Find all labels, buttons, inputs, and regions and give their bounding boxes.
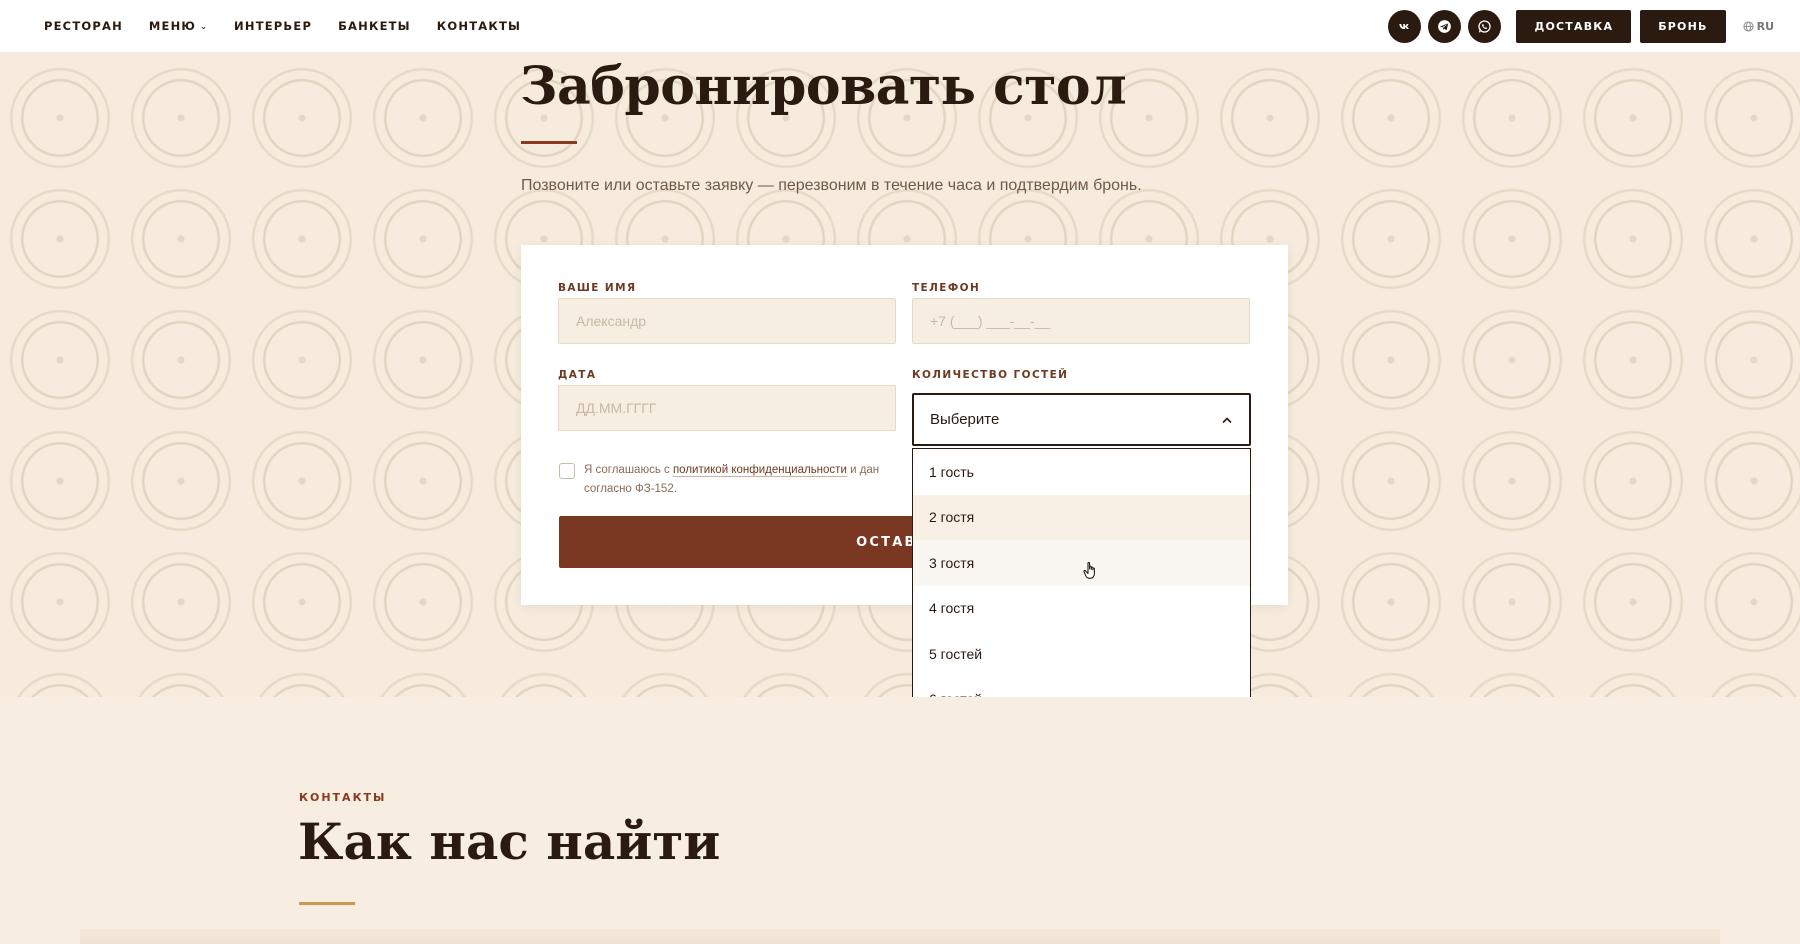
name-label: ВАШЕ ИМЯ: [558, 282, 637, 294]
consent-prefix: Я соглашаюсь с: [584, 464, 673, 476]
guests-option[interactable]: 2 гостя: [913, 494, 1250, 540]
guests-option[interactable]: 6 гостей: [913, 677, 1250, 697]
nav-contacts-label: КОНТАКТЫ: [436, 19, 522, 33]
language-label: RU: [1756, 19, 1774, 33]
guests-option[interactable]: 4 гостя: [913, 586, 1250, 632]
whatsapp-icon[interactable]: [1468, 9, 1502, 43]
name-field[interactable]: Александр: [558, 298, 896, 344]
title-divider: [521, 141, 577, 144]
hand-cursor-icon: [1083, 561, 1095, 579]
nav-menu-label: МЕНЮ: [148, 19, 197, 33]
guests-select[interactable]: Выберите: [912, 393, 1251, 446]
nav-banquets[interactable]: БАНКЕТЫ: [338, 19, 411, 33]
nav-banquets-label: БАНКЕТЫ: [338, 19, 411, 33]
guests-select-value: Выберите: [930, 411, 1000, 428]
booking-button[interactable]: БРОНЬ: [1640, 9, 1726, 43]
nav-menu[interactable]: МЕНЮ ⌄: [149, 19, 208, 33]
telegram-icon[interactable]: [1428, 9, 1462, 43]
globe-icon: [1743, 20, 1754, 32]
privacy-policy-link[interactable]: политикой конфиденциальности: [672, 464, 847, 477]
consent-checkbox[interactable]: [559, 463, 575, 479]
contacts-divider: [299, 902, 355, 905]
nav-interior[interactable]: ИНТЕРЬЕР: [234, 19, 312, 33]
consent-row: Я соглашаюсь с политикой конфиденциально…: [559, 461, 919, 499]
language-switcher[interactable]: RU: [1743, 20, 1774, 33]
booking-title: Забронировать стол: [520, 56, 1127, 117]
vk-icon[interactable]: [1388, 9, 1422, 43]
guests-label: КОЛИЧЕСТВО ГОСТЕЙ: [912, 369, 1069, 381]
phone-label: ТЕЛЕФОН: [912, 282, 981, 294]
contacts-title: Как нас найти: [298, 812, 721, 871]
guests-option[interactable]: 1 гость: [913, 449, 1250, 495]
header-actions: ДОСТАВКА БРОНЬ RU: [1388, 9, 1774, 43]
consent-line2: согласно ФЗ-152.: [584, 483, 677, 495]
consent-text: Я соглашаюсь с политикой конфиденциально…: [584, 461, 879, 499]
nav-restaurant[interactable]: РЕСТОРАН: [44, 19, 123, 33]
booking-subtitle: Позвоните или оставьте заявку — перезвон…: [521, 177, 1142, 194]
main-nav: РЕСТОРАН МЕНЮ ⌄ ИНТЕРЬЕР БАНКЕТЫ КОНТАКТ…: [44, 19, 521, 33]
chevron-up-icon: [1221, 413, 1233, 427]
nav-interior-label: ИНТЕРЬЕР: [234, 19, 313, 33]
booking-section: Забронировать стол Позвоните или оставьт…: [0, 52, 1800, 697]
date-label: ДАТА: [558, 369, 597, 381]
date-field[interactable]: ДД.ММ.ГГГГ: [558, 385, 896, 431]
nav-restaurant-label: РЕСТОРАН: [44, 19, 123, 33]
contacts-section: КОНТАКТЫ Как нас найти: [0, 697, 1800, 944]
guests-option[interactable]: 5 гостей: [913, 631, 1250, 677]
contacts-eyebrow: КОНТАКТЫ: [299, 791, 387, 804]
phone-field[interactable]: +7 (___) ___-__-__: [912, 298, 1250, 344]
nav-contacts[interactable]: КОНТАКТЫ: [437, 19, 521, 33]
consent-suffix: и дан: [846, 464, 880, 476]
delivery-button[interactable]: ДОСТАВКА: [1516, 9, 1632, 43]
chevron-down-icon: ⌄: [200, 21, 209, 31]
map-preview-edge: [80, 929, 1720, 944]
site-header: РЕСТОРАН МЕНЮ ⌄ ИНТЕРЬЕР БАНКЕТЫ КОНТАКТ…: [0, 0, 1800, 52]
